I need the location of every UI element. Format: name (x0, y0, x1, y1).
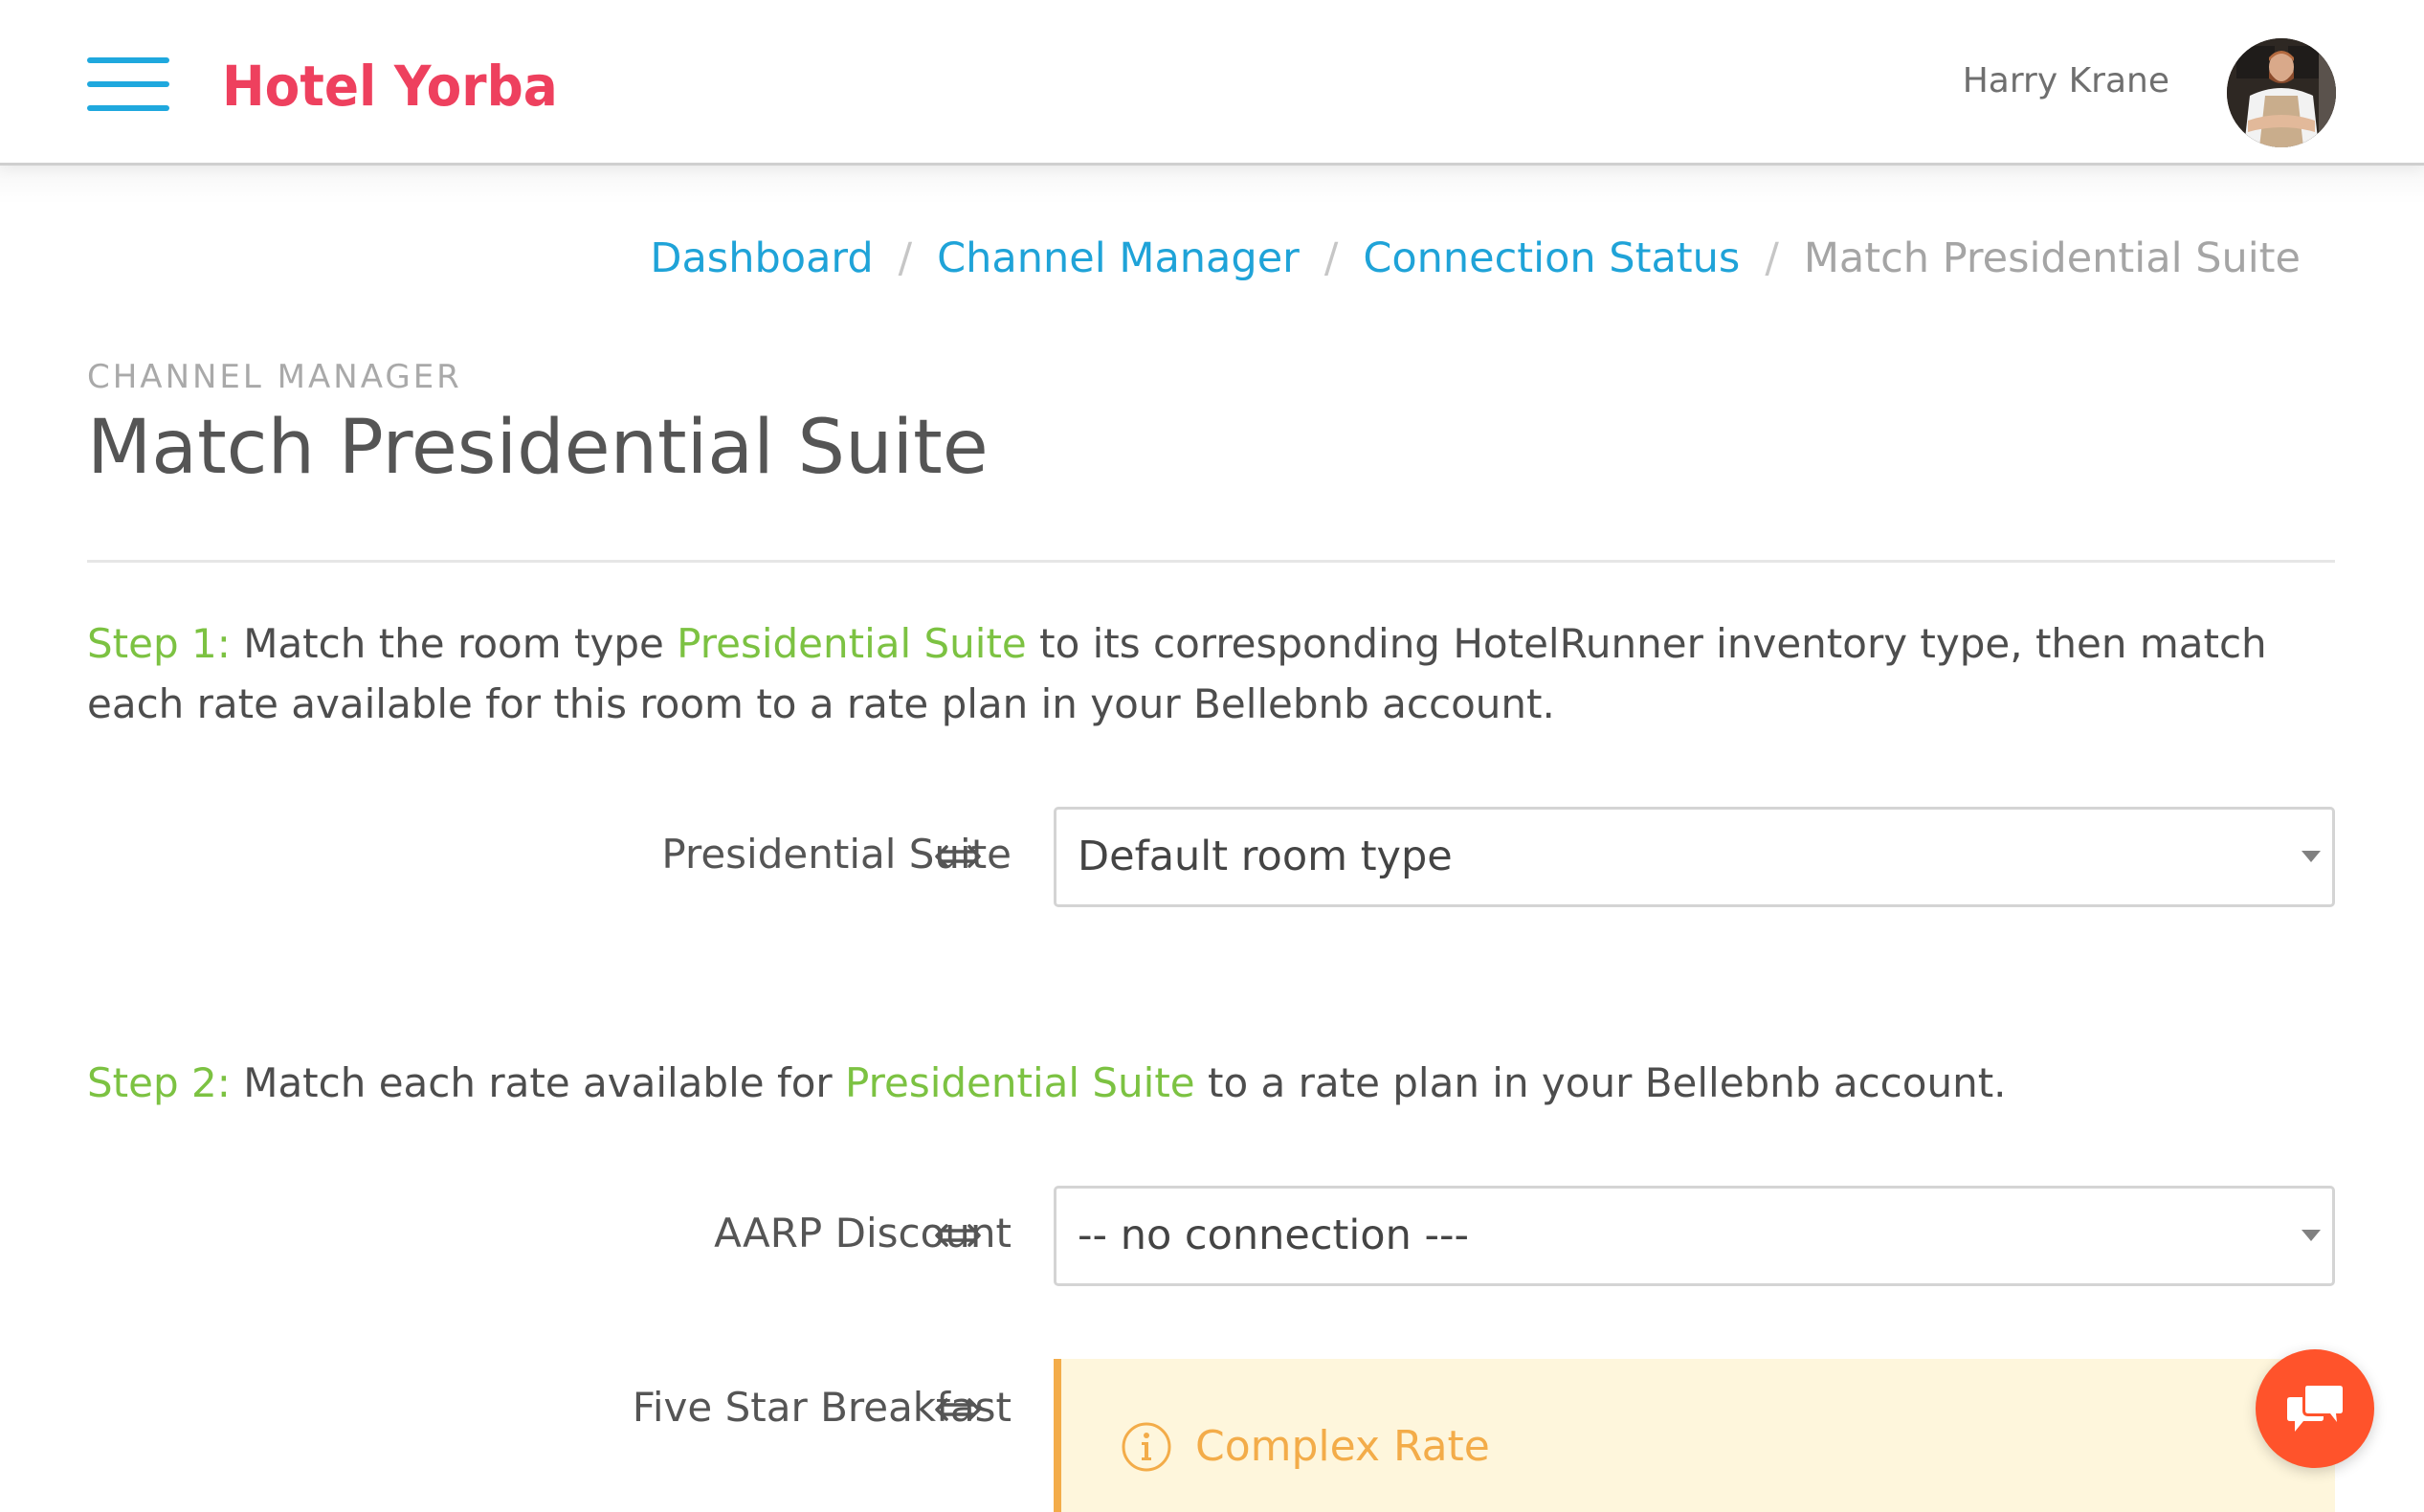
user-name[interactable]: Harry Krane (1963, 57, 2169, 105)
step2-text-a: Match each rate available for (230, 1059, 846, 1106)
step2-instructions: Step 2: Match each rate available for Pr… (87, 1053, 2335, 1113)
breadcrumb-separator: / (1765, 234, 1779, 282)
user-avatar[interactable] (2227, 38, 2336, 147)
step1-room-highlight: Presidential Suite (677, 620, 1027, 667)
room-type-select-value: Default room type (1078, 833, 1453, 880)
info-icon (1122, 1422, 1171, 1472)
step1-text-a: Match the room type (230, 620, 678, 667)
rate-plan-select-aarp-discount[interactable]: -- no connection --- (1054, 1186, 2335, 1286)
breadcrumb-channel-manager[interactable]: Channel Manager (937, 234, 1300, 282)
step2-text-b: to a rate plan in your Bellebnb account. (1194, 1059, 2007, 1106)
double-arrow-icon (935, 1224, 981, 1247)
page-shadow (0, 166, 2424, 204)
breadcrumb: Dashboard / Channel Manager / Connection Sta… (650, 230, 2301, 287)
section-divider (87, 560, 2335, 563)
double-arrow-icon (935, 845, 981, 868)
room-type-select[interactable]: Default room type (1054, 807, 2335, 907)
breadcrumb-separator: / (898, 234, 913, 282)
complex-rate-notice: Complex Rate (1054, 1359, 2335, 1512)
chat-button[interactable] (2256, 1349, 2374, 1468)
breadcrumb-dashboard[interactable]: Dashboard (650, 234, 873, 282)
rate-plan-select-value: -- no connection --- (1078, 1212, 1470, 1259)
breadcrumb-separator: / (1323, 234, 1339, 282)
step1-instructions: Step 1: Match the room type Presidential… (87, 613, 2335, 734)
page-eyebrow: CHANNEL MANAGER (87, 358, 462, 396)
breadcrumb-current: Match Presidential Suite (1803, 234, 2301, 282)
hamburger-line (87, 105, 169, 111)
double-arrow-icon (935, 1398, 981, 1421)
hamburger-line (87, 57, 169, 63)
chevron-down-icon (2302, 851, 2321, 862)
step2-prefix: Step 2: (87, 1059, 231, 1106)
step1-prefix: Step 1: (87, 620, 231, 667)
top-navbar: Hotel Yorba Harry Krane (0, 0, 2424, 166)
page-title: Match Presidential Suite (87, 405, 989, 491)
brand-logo[interactable]: Hotel Yorba (222, 48, 558, 124)
chevron-down-icon (2302, 1230, 2321, 1241)
hamburger-menu-icon[interactable] (87, 57, 169, 111)
complex-rate-label: Complex Rate (1195, 1422, 1490, 1471)
step2-room-highlight: Presidential Suite (845, 1059, 1195, 1106)
avatar-photo-icon (2227, 38, 2336, 147)
chat-bubbles-icon (2287, 1386, 2343, 1432)
hamburger-line (87, 81, 169, 87)
breadcrumb-connection-status[interactable]: Connection Status (1363, 234, 1740, 282)
